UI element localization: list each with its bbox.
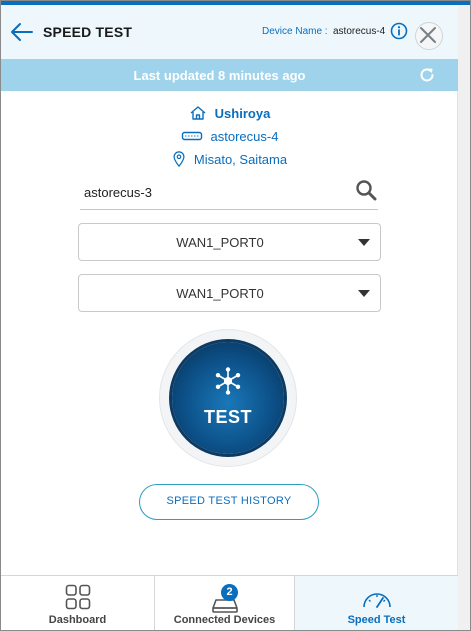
home-icon xyxy=(190,106,206,120)
header: SPEED TEST Device Name : astorecus-4 xyxy=(1,5,458,59)
site-row: Ushiroya xyxy=(1,105,458,124)
search-input[interactable] xyxy=(84,185,344,200)
scrollbar[interactable] xyxy=(457,5,470,630)
chevron-down-icon xyxy=(358,290,370,297)
page-title: SPEED TEST xyxy=(43,24,133,40)
nav-speed-test[interactable]: Speed Test xyxy=(295,576,458,630)
source-port-value: WAN1_PORT0 xyxy=(176,235,264,250)
info-icon[interactable] xyxy=(390,22,408,40)
router-icon xyxy=(181,131,202,141)
close-icon xyxy=(420,27,436,43)
test-button[interactable]: TEST xyxy=(172,342,284,454)
device-row: astorecus-4 xyxy=(1,128,458,147)
nav-dashboard[interactable]: Dashboard xyxy=(1,576,155,630)
speed-test-history-label: SPEED TEST HISTORY xyxy=(166,495,292,507)
site-name[interactable]: Ushiroya xyxy=(215,106,271,121)
network-hub-icon xyxy=(215,367,241,395)
device-name-value: astorecus-4 xyxy=(333,26,386,37)
speedometer-icon xyxy=(362,593,391,608)
place-name: Misato, Saitama xyxy=(193,151,288,167)
bottom-nav: Dashboard 2 Connected Devices Speed Test xyxy=(1,575,458,630)
refresh-icon[interactable] xyxy=(418,66,436,84)
place-row: Misato, Saitama xyxy=(1,151,458,170)
location-pin-icon xyxy=(173,151,185,167)
test-button-label: TEST xyxy=(203,407,252,427)
close-button[interactable] xyxy=(415,22,443,50)
target-port-value: WAN1_PORT0 xyxy=(176,286,264,301)
target-port-select[interactable]: WAN1_PORT0 xyxy=(78,274,381,312)
device-search xyxy=(80,179,378,210)
chevron-down-icon xyxy=(358,239,370,246)
search-icon[interactable] xyxy=(355,179,377,201)
device-name-label: Device Name : xyxy=(262,26,328,37)
nav-speed-test-label: Speed Test xyxy=(347,614,406,626)
nav-connected-devices-label: Connected Devices xyxy=(173,614,276,626)
connected-count-badge: 2 xyxy=(221,584,238,601)
arrow-left-icon[interactable] xyxy=(10,21,34,43)
device-name: astorecus-4 xyxy=(210,128,279,144)
nav-dashboard-label: Dashboard xyxy=(48,614,107,626)
grid-icon xyxy=(65,584,90,610)
source-port-select[interactable]: WAN1_PORT0 xyxy=(78,223,381,261)
speed-test-history-button[interactable]: SPEED TEST HISTORY xyxy=(139,484,319,520)
last-updated-text: Last updated 8 minutes ago xyxy=(133,68,306,83)
nav-connected-devices[interactable]: 2 Connected Devices xyxy=(155,576,295,630)
last-updated-bar: Last updated 8 minutes ago xyxy=(1,59,458,91)
speed-test-panel: SPEED TEST Device Name : astorecus-4 Las… xyxy=(0,0,471,631)
